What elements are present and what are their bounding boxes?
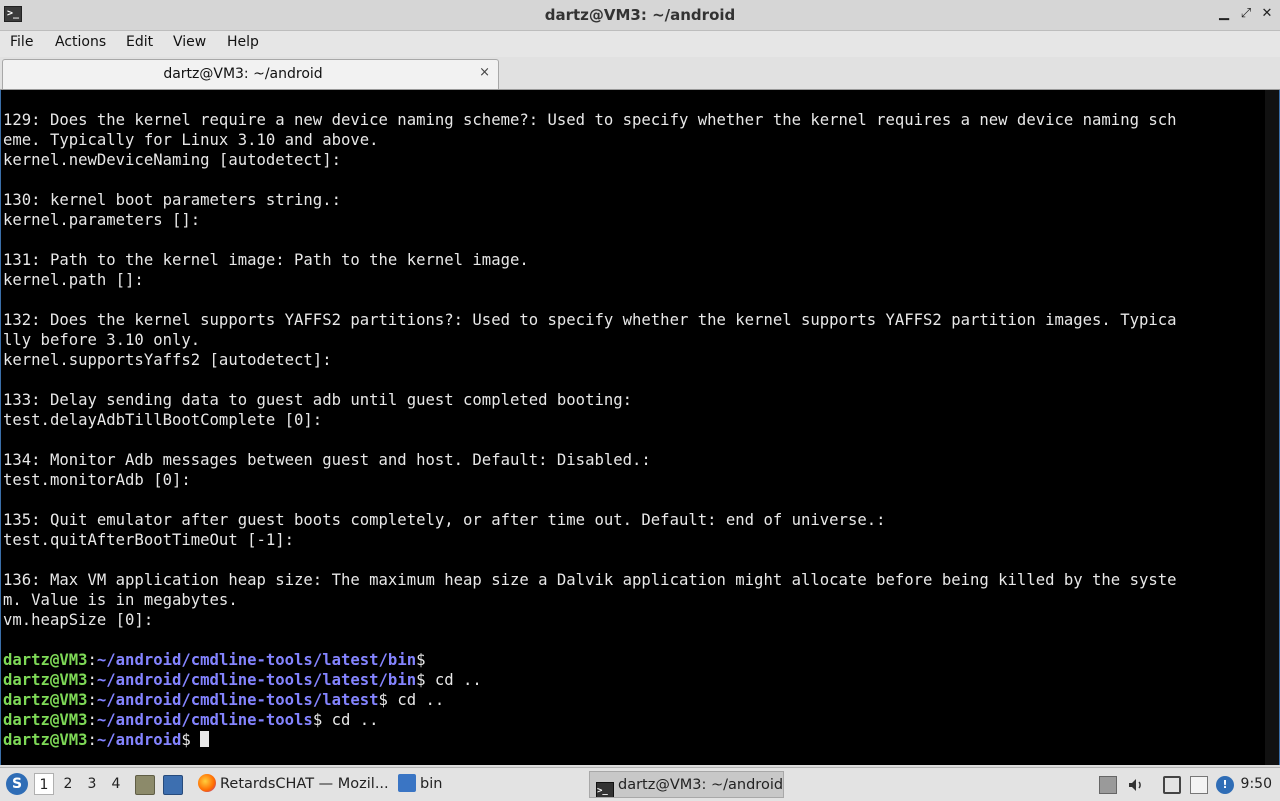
- prompt-line: dartz@VM3:~/android/cmdline-tools/latest…: [3, 691, 1177, 711]
- taskbar: S 1 2 3 4 RetardsCHAT — Mozil... bin >_ d…: [0, 767, 1280, 801]
- text-cursor: [200, 731, 210, 747]
- terminal-line: vm.heapSize [0]:: [3, 611, 154, 629]
- tab-label: dartz@VM3: ~/android: [163, 66, 323, 82]
- prompt-command: cd ..: [425, 671, 482, 689]
- task-bin-folder[interactable]: bin: [392, 771, 582, 798]
- workspace-4[interactable]: 4: [106, 773, 126, 795]
- clock[interactable]: 9:50: [1241, 773, 1272, 795]
- menu-edit[interactable]: Edit: [126, 34, 153, 50]
- terminal-line: 132: Does the kernel supports YAFFS2 par…: [3, 311, 1177, 329]
- prompt-line: dartz@VM3:~/android$: [3, 731, 1177, 751]
- network-icon[interactable]: [1163, 776, 1181, 794]
- restore-button[interactable]: ⤢: [1238, 6, 1254, 22]
- menu-view[interactable]: View: [173, 34, 206, 50]
- terminal-line: m. Value is in megabytes.: [3, 591, 238, 609]
- prompt-user: dartz@VM3: [3, 671, 88, 689]
- prompt-dollar: $: [378, 691, 388, 709]
- prompt-line: dartz@VM3:~/android/cmdline-tools/latest…: [3, 651, 1177, 671]
- prompt-user: dartz@VM3: [3, 731, 88, 749]
- file-manager-launcher-icon[interactable]: [135, 775, 155, 795]
- menubar: File Actions Edit View Help: [0, 31, 1280, 57]
- terminal-line: test.quitAfterBootTimeOut [-1]:: [3, 531, 295, 549]
- prompt-separator: :: [87, 731, 97, 749]
- task-firefox[interactable]: RetardsCHAT — Mozil...: [192, 771, 392, 798]
- close-window-button[interactable]: ✕: [1259, 6, 1275, 22]
- prompt-path: ~/android/cmdline-tools: [96, 711, 313, 729]
- terminal-line: kernel.path []:: [3, 271, 144, 289]
- clipboard-icon[interactable]: [1190, 776, 1208, 794]
- terminal-output[interactable]: 129: Does the kernel require a new devic…: [0, 90, 1280, 765]
- prompt-line: dartz@VM3:~/android/cmdline-tools$ cd ..: [3, 711, 1177, 731]
- terminal-line: 129: Does the kernel require a new devic…: [3, 111, 1177, 129]
- prompt-dollar: $: [181, 731, 191, 749]
- workspace-3[interactable]: 3: [82, 773, 102, 795]
- terminal-line: 133: Delay sending data to guest adb unt…: [3, 391, 633, 409]
- minimize-button[interactable]: ▁: [1216, 6, 1232, 22]
- workspace-1[interactable]: 1: [34, 773, 54, 795]
- terminal-line: kernel.parameters []:: [3, 211, 201, 229]
- workspace-2[interactable]: 2: [58, 773, 78, 795]
- menu-actions[interactable]: Actions: [55, 34, 106, 50]
- tab-terminal[interactable]: dartz@VM3: ~/android ×: [2, 59, 499, 89]
- prompt-path: ~/android: [96, 731, 182, 749]
- prompt-user: dartz@VM3: [3, 651, 88, 669]
- task-terminal[interactable]: >_ dartz@VM3: ~/android: [589, 771, 784, 798]
- terminal-line: 134: Monitor Adb messages between guest …: [3, 451, 651, 469]
- start-menu-icon[interactable]: S: [6, 773, 28, 795]
- terminal-line: kernel.supportsYaffs2 [autodetect]:: [3, 351, 332, 369]
- prompt-dollar: $: [416, 651, 426, 669]
- terminal-line: test.monitorAdb [0]:: [3, 471, 191, 489]
- prompt-separator: :: [87, 671, 97, 689]
- eject-icon[interactable]: [1099, 776, 1117, 794]
- volume-icon[interactable]: [1127, 776, 1145, 794]
- terminal-lines: 129: Does the kernel require a new devic…: [3, 111, 1177, 751]
- window-title: dartz@VM3: ~/android: [544, 6, 736, 24]
- task-label-bin: bin: [420, 776, 443, 792]
- terminal-line: 130: kernel boot parameters string.:: [3, 191, 341, 209]
- notification-icon[interactable]: !: [1216, 776, 1234, 794]
- prompt-user: dartz@VM3: [3, 711, 88, 729]
- terminal-scrollbar[interactable]: [1265, 90, 1279, 765]
- prompt-path: ~/android/cmdline-tools/latest/bin: [96, 651, 417, 669]
- task-label-terminal: dartz@VM3: ~/android: [618, 777, 784, 793]
- window-titlebar[interactable]: >_ dartz@VM3: ~/android ▁ ⤢ ✕: [0, 0, 1280, 31]
- task-label-firefox: RetardsCHAT — Mozil...: [220, 776, 389, 792]
- show-desktop-icon[interactable]: [163, 775, 183, 795]
- terminal-line: test.delayAdbTillBootComplete [0]:: [3, 411, 323, 429]
- tab-close-icon[interactable]: ×: [479, 65, 490, 80]
- folder-icon: [398, 774, 416, 792]
- prompt-separator: :: [87, 691, 97, 709]
- terminal-line: eme. Typically for Linux 3.10 and above.: [3, 131, 379, 149]
- menu-file[interactable]: File: [10, 34, 33, 50]
- prompt-path: ~/android/cmdline-tools/latest: [96, 691, 379, 709]
- menu-help[interactable]: Help: [227, 34, 259, 50]
- prompt-dollar: $: [312, 711, 323, 729]
- terminal-line: lly before 3.10 only.: [3, 331, 201, 349]
- firefox-icon: [198, 774, 216, 792]
- prompt-command: cd ..: [322, 711, 379, 729]
- prompt-user: dartz@VM3: [3, 691, 88, 709]
- terminal-line: 136: Max VM application heap size: The m…: [3, 571, 1177, 589]
- prompt-command: [191, 731, 200, 749]
- tab-strip: dartz@VM3: ~/android ×: [0, 57, 1280, 90]
- prompt-separator: :: [87, 711, 97, 729]
- terminal-line: kernel.newDeviceNaming [autodetect]:: [3, 151, 341, 169]
- prompt-command: cd ..: [387, 691, 445, 709]
- terminal-icon: >_: [596, 782, 614, 797]
- prompt-line: dartz@VM3:~/android/cmdline-tools/latest…: [3, 671, 1177, 691]
- terminal-line: 131: Path to the kernel image: Path to t…: [3, 251, 529, 269]
- prompt-path: ~/android/cmdline-tools/latest/bin: [96, 671, 417, 689]
- prompt-separator: :: [87, 651, 97, 669]
- terminal-line: 135: Quit emulator after guest boots com…: [3, 511, 886, 529]
